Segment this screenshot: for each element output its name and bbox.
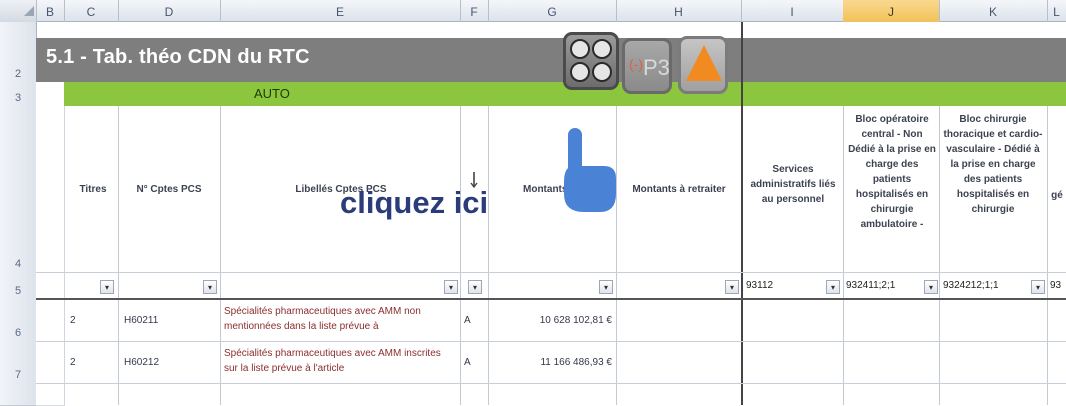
column-header-g[interactable]: G — [488, 0, 617, 22]
column-header-l[interactable]: L — [1047, 0, 1066, 22]
column-header-h[interactable]: H — [616, 0, 742, 22]
p3-label: (-)P3 — [629, 55, 670, 81]
p3-text: P3 — [643, 55, 670, 80]
filter-value-k: 9324212;1;1 — [943, 280, 999, 291]
filter-dropdown-titres[interactable]: ▾ — [100, 280, 114, 294]
filter-dropdown-k[interactable]: ▾ — [1031, 280, 1045, 294]
zoom-in-icon — [570, 39, 590, 59]
p3-prefix: (-) — [629, 56, 643, 72]
filter-dropdown-j[interactable]: ▾ — [924, 280, 938, 294]
p3-button[interactable]: (-)P3 — [622, 38, 672, 94]
filter-dropdown-retraiter[interactable]: ▾ — [725, 280, 739, 294]
pointing-hand-icon — [560, 122, 622, 218]
auto-label: AUTO — [254, 86, 290, 101]
cell-compte[interactable]: H60211 — [124, 313, 158, 328]
row-header-6[interactable]: 6 — [0, 299, 37, 342]
header-services: Services administratifs liés au personne… — [750, 164, 836, 205]
filter-dropdown-flag[interactable]: ▾ — [468, 280, 482, 294]
cell-flag[interactable]: A — [464, 313, 471, 328]
header-bloc-op: Bloc opératoire central - Non Dédié à la… — [848, 114, 936, 230]
row-number: 2 — [14, 68, 22, 80]
page-title: 5.1 - Tab. théo CDN du RTC — [46, 46, 310, 68]
row-header-8[interactable] — [0, 383, 37, 406]
header-gen: gé — [1051, 190, 1063, 201]
filter-value-i: 93112 — [746, 280, 774, 291]
column-header-k[interactable]: K — [939, 0, 1048, 22]
header-montants-retraiter: Montants à retraiter — [632, 184, 726, 195]
select-all-icon — [24, 6, 34, 16]
cell-montant[interactable]: 10 628 102,81 € — [492, 313, 612, 328]
column-header-j[interactable]: J — [843, 0, 940, 22]
select-all-corner[interactable] — [0, 0, 37, 22]
column-header-f[interactable]: F — [460, 0, 489, 22]
cell-montant[interactable]: 11 166 486,93 € — [492, 355, 612, 370]
row-number: 5 — [14, 285, 22, 297]
row-number: 6 — [14, 327, 22, 339]
column-header-bar: B C D E F G H I J K L — [0, 0, 1066, 22]
column-b-cells — [36, 82, 65, 406]
row-header-3[interactable]: 3 — [0, 82, 37, 107]
zoom-button[interactable] — [563, 32, 619, 90]
filter-dropdown-i[interactable]: ▾ — [826, 280, 840, 294]
row-header-5[interactable]: 5 — [0, 272, 37, 300]
filter-dropdown-montants[interactable]: ▾ — [599, 280, 613, 294]
zoom-out-icon — [592, 62, 612, 82]
title-bar: 5.1 - Tab. théo CDN du RTC — [36, 38, 1066, 82]
cell-flag[interactable]: A — [464, 355, 471, 370]
zoom-out-icon — [570, 62, 590, 82]
row-number: 3 — [14, 92, 22, 104]
header-bloc-chir: Bloc chirurgie thoracique et cardio-vasc… — [943, 114, 1043, 215]
warning-icon — [686, 45, 722, 81]
warning-button[interactable] — [678, 36, 728, 94]
column-header-d[interactable]: D — [118, 0, 221, 22]
column-header-i[interactable]: I — [741, 0, 844, 22]
cell-titre[interactable]: 2 — [70, 355, 76, 370]
cell-titre[interactable]: 2 — [70, 313, 76, 328]
filter-value-j: 932411;2;1 — [846, 280, 896, 291]
row-number: 4 — [14, 258, 22, 270]
cell-libelle[interactable]: Spécialités pharmaceutiques avec AMM ins… — [224, 346, 456, 376]
cell-libelle[interactable]: Spécialités pharmaceutiques avec AMM non… — [224, 304, 456, 334]
row-header-4[interactable]: 4 — [0, 106, 37, 273]
column-header-c[interactable]: C — [64, 0, 119, 22]
filter-dropdown-libelles[interactable]: ▾ — [444, 280, 458, 294]
row-header-2[interactable]: 2 — [0, 22, 37, 83]
click-here-label: cliquez ici — [340, 185, 489, 220]
column-header-b[interactable]: B — [36, 0, 65, 22]
header-cptes: N° Cptes PCS — [136, 184, 202, 195]
filter-value-l: 93 — [1050, 280, 1062, 291]
header-titres: Titres — [79, 184, 107, 195]
filter-dropdown-cptes[interactable]: ▾ — [203, 280, 217, 294]
row-number: 7 — [14, 369, 22, 381]
zoom-in-icon — [592, 39, 612, 59]
cell-compte[interactable]: H60212 — [124, 355, 159, 370]
row-header-7[interactable]: 7 — [0, 341, 37, 384]
column-header-e[interactable]: E — [220, 0, 461, 22]
